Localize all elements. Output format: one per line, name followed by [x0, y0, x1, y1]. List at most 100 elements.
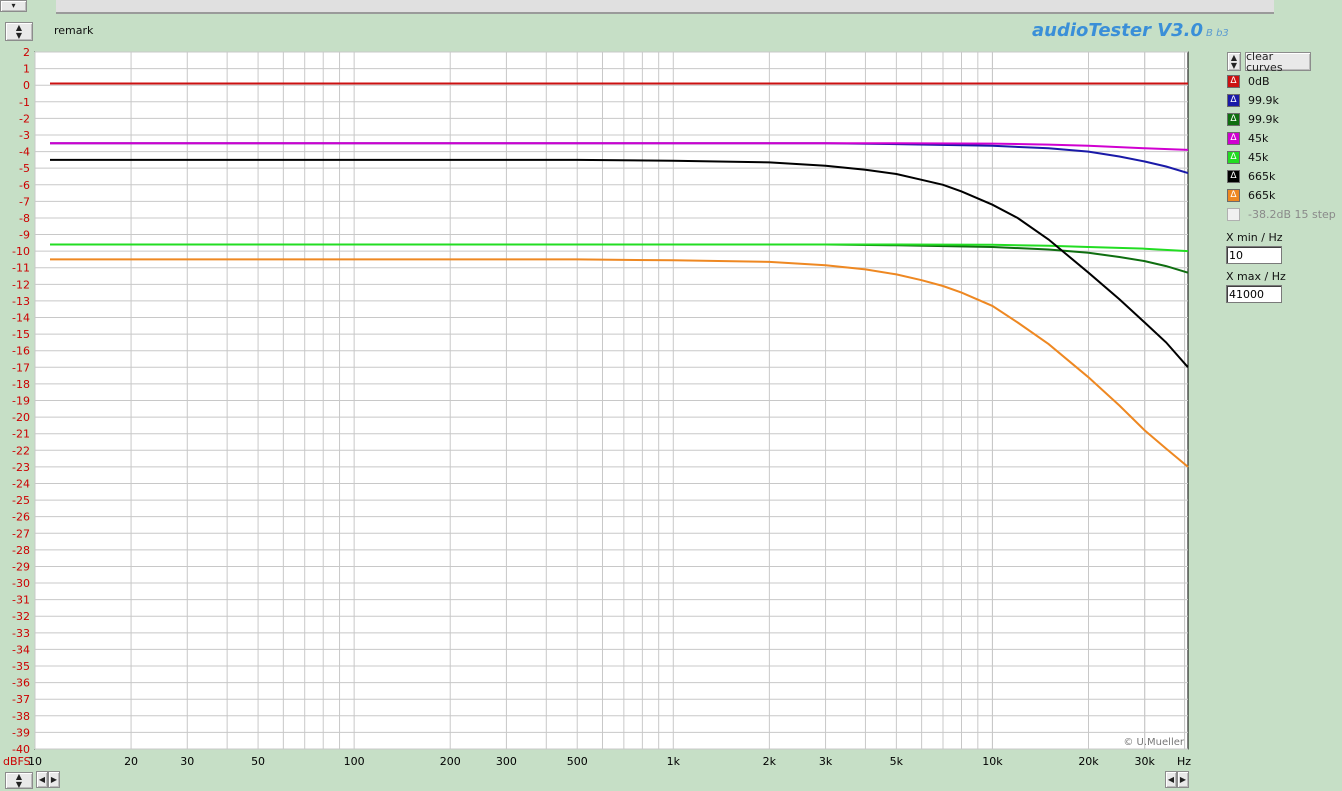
legend-item[interactable]: Δ 99.9k: [1227, 111, 1279, 127]
y-tick-label: -37: [12, 693, 30, 706]
top-dropdown-button[interactable]: ▾: [0, 0, 27, 12]
xmin-input[interactable]: 10: [1226, 246, 1282, 264]
x-tick-label: 10k: [982, 755, 1003, 768]
y-tick-label: -25: [12, 494, 30, 507]
legend-item[interactable]: -38.2dB 15 step: [1227, 206, 1336, 222]
y-axis-unit-label: dBFS: [3, 755, 31, 768]
curve-toggle-icon[interactable]: Δ: [1227, 188, 1240, 202]
xmax-input[interactable]: 41000: [1226, 285, 1282, 303]
scroll-left-button-right[interactable]: ◀: [1165, 771, 1177, 788]
y-tick-label: -20: [12, 411, 30, 424]
x-tick-label: Hz: [1177, 755, 1191, 768]
arrow-right-icon: ▶: [50, 774, 58, 784]
y-tick-label: 2: [23, 46, 30, 59]
legend-label: 45k: [1248, 150, 1269, 164]
y-tick-label: -3: [19, 129, 30, 142]
arrow-right-icon: ▶: [1179, 774, 1187, 784]
top-scrollbar[interactable]: [56, 0, 1274, 14]
legend-label: 99.9k: [1248, 93, 1279, 107]
curve-toggle-icon[interactable]: Δ: [1227, 169, 1240, 183]
x-tick-label: 30: [180, 755, 194, 768]
y-tick-label: -1: [19, 96, 30, 109]
x-tick-label: 100: [344, 755, 365, 768]
remark-spin-button[interactable]: ▲ ▼: [5, 22, 33, 41]
x-tick-label: 10: [28, 755, 42, 768]
y-tick-label: -33: [12, 627, 30, 640]
curve-toggle-empty-icon[interactable]: [1227, 207, 1240, 221]
xmin-label: X min / Hz: [1226, 231, 1283, 244]
legend-item[interactable]: Δ 665k: [1227, 187, 1275, 203]
app-title: audioTester V3.0 B b3: [1032, 20, 1229, 41]
y-tick-label: -15: [12, 328, 30, 341]
y-tick-label: -17: [12, 361, 30, 374]
y-tick-label: -6: [19, 179, 30, 192]
y-tick-label: -9: [19, 229, 30, 242]
x-tick-label: 3k: [819, 755, 833, 768]
app-title-text: audioTester V3.0: [1032, 20, 1204, 41]
curve-toggle-icon[interactable]: Δ: [1227, 150, 1240, 164]
y-tick-label: -35: [12, 660, 30, 673]
legend-item[interactable]: Δ 45k: [1227, 149, 1268, 165]
chevron-down-icon: ▾: [11, 1, 16, 10]
legend-item[interactable]: Δ 665k: [1227, 168, 1275, 184]
legend-label: -38.2dB 15 step: [1248, 207, 1336, 221]
curves-spin-button[interactable]: ▲ ▼: [1227, 52, 1241, 71]
legend-label: 0dB: [1248, 74, 1270, 88]
y-tick-label: -18: [12, 378, 30, 391]
x-tick-label: 300: [496, 755, 517, 768]
clear-curves-button[interactable]: clear curves: [1245, 51, 1311, 73]
x-tick-label: 500: [567, 755, 588, 768]
x-tick-label: 20: [124, 755, 138, 768]
y-tick-label: -36: [12, 677, 30, 690]
curve-toggle-icon[interactable]: Δ: [1227, 131, 1240, 145]
legend-item[interactable]: Δ 0dB: [1227, 73, 1270, 89]
curve-toggle-icon[interactable]: Δ: [1227, 93, 1240, 107]
app-version: B b3: [1206, 28, 1229, 39]
y-tick-label: -16: [12, 345, 30, 358]
y-tick-label: -39: [12, 726, 30, 739]
y-tick-label: -21: [12, 428, 30, 441]
legend-item[interactable]: Δ 99.9k: [1227, 92, 1279, 108]
x-tick-label: 1k: [667, 755, 681, 768]
frequency-response-chart: 210-1-2-3-4-5-6-7-8-9-10-11-12-13-14-15-…: [3, 46, 1191, 768]
arrow-down-icon: ▼: [15, 779, 23, 789]
y-tick-label: -5: [19, 162, 30, 175]
y-tick-label: -12: [12, 278, 30, 291]
y-tick-label: -30: [12, 577, 30, 590]
y-tick-label: -19: [12, 395, 30, 408]
scroll-right-button-right[interactable]: ▶: [1177, 771, 1189, 788]
arrow-left-icon: ◀: [1167, 774, 1175, 784]
legend-label: 665k: [1248, 169, 1276, 183]
legend-label: 99.9k: [1248, 112, 1279, 126]
scroll-right-button[interactable]: ▶: [48, 771, 60, 788]
curve-toggle-icon[interactable]: Δ: [1227, 74, 1240, 88]
arrow-left-icon: ◀: [38, 774, 46, 784]
y-tick-label: -14: [12, 312, 30, 325]
y-tick-label: -27: [12, 527, 30, 540]
legend-item[interactable]: Δ 45k: [1227, 130, 1268, 146]
y-tick-label: -2: [19, 112, 30, 125]
y-tick-label: -32: [12, 610, 30, 623]
y-tick-label: -13: [12, 295, 30, 308]
x-tick-label: 50: [251, 755, 265, 768]
curve-toggle-icon[interactable]: Δ: [1227, 112, 1240, 126]
y-tick-label: -8: [19, 212, 30, 225]
x-tick-label: 20k: [1078, 755, 1099, 768]
x-tick-label: 2k: [763, 755, 777, 768]
y-tick-label: -34: [12, 643, 30, 656]
y-tick-label: -26: [12, 511, 30, 524]
x-tick-label: 30k: [1135, 755, 1156, 768]
xmax-label: X max / Hz: [1226, 270, 1286, 283]
scroll-left-button[interactable]: ◀: [36, 771, 48, 788]
y-tick-label: -28: [12, 544, 30, 557]
y-tick-label: -29: [12, 560, 30, 573]
y-tick-label: -10: [12, 245, 30, 258]
y-tick-label: 0: [23, 79, 30, 92]
y-tick-label: -11: [12, 262, 30, 275]
legend-label: 45k: [1248, 131, 1269, 145]
y-tick-label: -24: [12, 477, 30, 490]
x-tick-label: 5k: [890, 755, 904, 768]
x-tick-label: 200: [440, 755, 461, 768]
y-scroll-spin-button[interactable]: ▲ ▼: [5, 772, 33, 789]
y-tick-label: -22: [12, 444, 30, 457]
